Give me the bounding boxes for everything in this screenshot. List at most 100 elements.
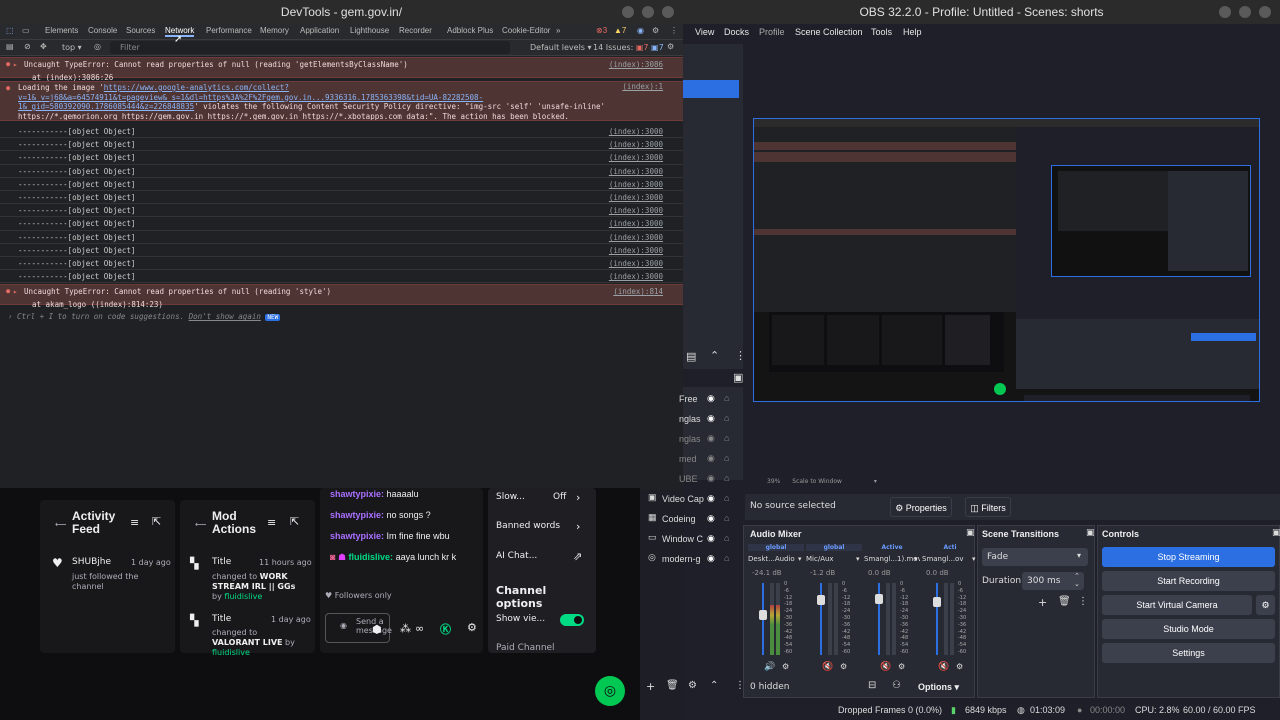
transition-menu-icon[interactable]: ⋮ — [1078, 596, 1088, 607]
visibility-eye-icon[interactable]: ◉ — [707, 413, 715, 424]
show-viewers-item[interactable]: Show vie... — [496, 614, 545, 624]
close-button[interactable] — [662, 6, 674, 18]
visibility-eye-icon[interactable]: ◉ — [707, 393, 715, 404]
start-virtual-camera-button[interactable]: Start Virtual Camera — [1102, 595, 1252, 615]
source-link[interactable]: (index):3000 — [609, 257, 663, 270]
tab-console[interactable]: Console — [88, 26, 117, 35]
visibility-eye-icon[interactable]: ◉ — [707, 493, 715, 504]
transition-select[interactable]: Fade ▾ — [982, 548, 1088, 566]
lock-icon[interactable]: ⌂ — [724, 413, 729, 423]
speaker-icon[interactable]: 🔊 — [764, 662, 775, 672]
inspect-icon[interactable]: ⬚ — [6, 26, 14, 35]
dock-undock-icon[interactable]: ▣ — [1272, 528, 1280, 538]
slow-mode-item[interactable]: Slow... — [496, 492, 525, 502]
minimize-button[interactable] — [1219, 6, 1231, 18]
filter-icon[interactable]: ≡ — [267, 516, 276, 529]
source-link[interactable]: (index):1 — [622, 80, 663, 93]
collapse-icon[interactable]: ⟵ — [195, 520, 206, 529]
channel-menu-icon[interactable]: ▾ — [972, 555, 976, 563]
lock-icon[interactable]: ⌂ — [724, 533, 729, 543]
start-recording-button[interactable]: Start Recording — [1102, 571, 1275, 591]
source-link[interactable]: (index):3000 — [609, 138, 663, 151]
channel-menu-icon[interactable]: ▾ — [856, 555, 860, 563]
source-item[interactable]: ◎ modern-g ◉ ⌂ — [648, 552, 743, 572]
visibility-eye-icon[interactable]: ◉ — [707, 533, 715, 544]
ai-assist-icon[interactable]: ◉ — [637, 26, 644, 35]
source-item[interactable]: UBE ◉ ⌂ — [679, 472, 743, 492]
tab-elements[interactable]: Elements — [45, 26, 78, 35]
remove-source-icon[interactable]: 🗑 — [666, 680, 679, 691]
dont-show-again-link[interactable]: Don't show again — [189, 312, 261, 321]
remove-transition-icon[interactable]: 🗑 — [1058, 596, 1071, 607]
filter-input[interactable]: Filter — [110, 41, 510, 54]
add-source-icon[interactable]: + — [646, 680, 655, 693]
popout-icon[interactable]: ⇱ — [290, 515, 299, 528]
spin-arrows-icon[interactable]: ⌃ ⌄ — [1074, 572, 1080, 588]
tab-memory[interactable]: Memory — [260, 26, 289, 35]
channel-menu-icon[interactable]: ▾ — [798, 555, 802, 563]
maximize-button[interactable] — [642, 6, 654, 18]
channel-settings-icon[interactable]: ⚙ — [782, 662, 789, 671]
tab-application[interactable]: Application — [300, 26, 339, 35]
source-properties-icon[interactable]: ⚙ — [688, 680, 697, 691]
move-up-icon[interactable]: ⌃ — [710, 349, 719, 362]
options-button[interactable]: Options ▾ — [918, 682, 959, 693]
menu-docks[interactable]: Docks — [724, 27, 749, 37]
dock-undock-icon[interactable]: ▣ — [1086, 528, 1095, 538]
lock-icon[interactable]: ⌂ — [724, 453, 729, 463]
menu-scene-collection[interactable]: Scene Collection — [795, 27, 863, 37]
move-up-icon[interactable]: ⌃ — [710, 680, 718, 691]
kebab-menu-icon[interactable]: ⋮ — [735, 349, 746, 362]
menu-tools[interactable]: Tools — [871, 27, 892, 37]
studio-mode-button[interactable]: Studio Mode — [1102, 619, 1275, 639]
visibility-eye-icon[interactable]: ◉ — [707, 453, 715, 464]
dock-undock-icon[interactable]: ▣ — [733, 371, 743, 384]
maximize-button[interactable] — [1239, 6, 1251, 18]
chat-settings-icon[interactable]: ⚙ — [467, 621, 477, 634]
channel-settings-icon[interactable]: ⚙ — [956, 662, 963, 671]
kebab-menu-icon[interactable]: ⋮ — [735, 680, 745, 691]
support-bubble-icon[interactable]: ◎ — [595, 676, 625, 706]
filter-icon[interactable]: ≡ — [130, 516, 139, 529]
bits-icon[interactable]: ⬢ — [372, 623, 382, 636]
source-item[interactable]: Free ◉ ⌂ — [679, 392, 743, 412]
volume-fader-handle[interactable] — [933, 597, 941, 607]
tab-recorder[interactable]: Recorder — [399, 26, 432, 35]
lock-icon[interactable]: ⌂ — [724, 433, 729, 443]
shield-mode-icon[interactable]: Ⓚ — [440, 621, 451, 637]
banned-words-item[interactable]: Banned words — [496, 521, 560, 531]
eye-icon[interactable]: ◎ — [94, 42, 101, 51]
tab-performance[interactable]: Performance — [206, 26, 252, 35]
source-link[interactable]: (index):3000 — [609, 204, 663, 217]
lock-icon[interactable]: ⌂ — [724, 473, 729, 483]
virtual-camera-settings-icon[interactable]: ⚙ — [1256, 595, 1275, 615]
lock-icon[interactable]: ⌂ — [724, 553, 729, 563]
zoom-readout[interactable]: 39% Scale to Window ▾ — [767, 478, 877, 485]
source-link[interactable]: (index):3086 — [609, 58, 663, 71]
show-viewers-toggle[interactable] — [560, 614, 584, 626]
source-item[interactable]: med ◉ ⌂ — [679, 452, 743, 472]
tab-sources[interactable]: Sources — [126, 26, 155, 35]
ai-chat-item[interactable]: AI Chat... — [496, 551, 537, 561]
speaker-muted-icon[interactable]: 🔇 — [822, 662, 833, 672]
source-link[interactable]: (index):3000 — [609, 151, 663, 164]
speaker-muted-icon[interactable]: 🔇 — [880, 662, 891, 672]
collapse-icon[interactable]: ⟵ — [55, 520, 66, 529]
tab-lighthouse[interactable]: Lighthouse — [350, 26, 389, 35]
tab-adblock-plus[interactable]: Adblock Plus — [447, 26, 493, 35]
menu-view[interactable]: View — [695, 27, 714, 37]
visibility-eye-icon[interactable]: ◉ — [707, 473, 715, 484]
mixer-layout-icon[interactable]: ⊟ — [868, 680, 876, 691]
issues-link[interactable]: 14 Issues: ▣7 ▣7 — [593, 43, 664, 52]
list-view-icon[interactable]: ▤ — [686, 350, 696, 363]
clear-console-icon[interactable]: ⊘ — [24, 42, 31, 51]
visibility-eye-icon[interactable]: ◉ — [707, 433, 715, 444]
stop-streaming-button[interactable]: Stop Streaming — [1102, 547, 1275, 567]
points-icon[interactable]: ⁂ — [400, 622, 411, 635]
menu-profile[interactable]: Profile — [759, 27, 785, 37]
kebab-menu-icon[interactable]: ⋮ — [670, 26, 678, 35]
duration-spinbox[interactable]: 300 ms ⌃ ⌄ — [1022, 572, 1084, 590]
close-button[interactable] — [1259, 6, 1271, 18]
dock-undock-icon[interactable]: ▣ — [966, 528, 975, 538]
channel-settings-icon[interactable]: ⚙ — [840, 662, 847, 671]
